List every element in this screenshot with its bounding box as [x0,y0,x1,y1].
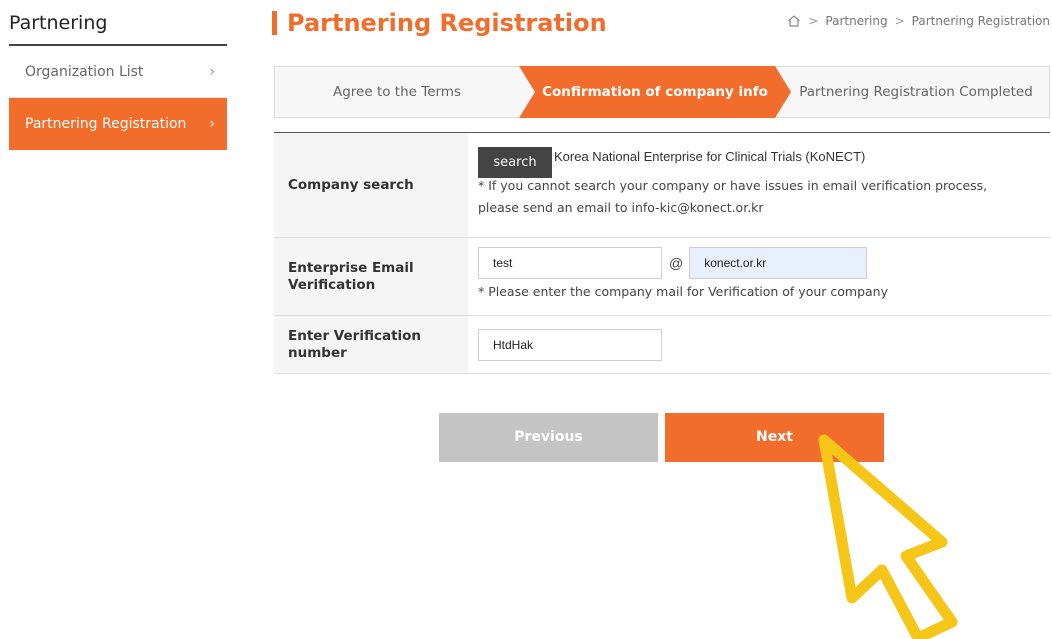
company-name-value: Korea National Enterprise for Clinical T… [554,149,866,164]
step-agree-terms: Agree to the Terms [332,84,461,100]
verification-label-line2: number [288,344,347,361]
verification-label-line1: Enter Verification [288,327,422,344]
previous-button[interactable]: Previous [439,413,658,462]
step-progress: Agree to the Terms Confirmation of compa… [274,66,1050,118]
email-label-line2: Verification [288,276,376,293]
email-label-line1: Enterprise Email [288,259,414,276]
form-row-email: Enterprise Email Verification test @ kon… [274,238,1050,316]
email-user-input[interactable]: test [478,247,662,279]
form-row-company-search: Company search search Korea National Ent… [274,133,1050,238]
pointer-arrow-icon [818,434,958,639]
step-registration-completed: Partnering Registration Completed [799,84,1033,100]
breadcrumb-item-partnering[interactable]: Partnering [825,14,887,28]
sidebar-item-label: Partnering Registration [25,116,187,132]
breadcrumb-separator: > [808,14,819,28]
at-sign: @ [669,255,684,271]
breadcrumb-separator: > [894,14,905,28]
email-domain-input[interactable]: konect.or.kr [689,247,868,279]
form-row-verification: Enter Verification number HtdHak [274,316,1050,374]
sidebar-item-organization-list[interactable]: Organization List › [9,46,227,98]
company-search-note-line1: * If you cannot search your company or h… [478,178,988,193]
email-verification-label: Enterprise Email Verification [274,238,468,315]
chevron-right-icon: › [209,64,215,80]
sidebar: Partnering Organization List › Partnerin… [9,0,227,150]
verification-label: Enter Verification number [274,316,468,373]
breadcrumb: > Partnering > Partnering Registration [787,14,1050,28]
title-accent-bar [272,11,277,35]
page-title: Partnering Registration [272,6,607,40]
sidebar-item-partnering-registration[interactable]: Partnering Registration › [9,98,227,150]
sidebar-title: Partnering [9,0,227,46]
verification-code-input[interactable]: HtdHak [478,329,662,361]
email-note: * Please enter the company mail for Veri… [478,284,888,299]
company-search-label: Company search [274,133,468,237]
search-button[interactable]: search [478,147,552,178]
company-search-note-line2: please send an email to info-kic@konect.… [478,200,764,215]
breadcrumb-item-registration[interactable]: Partnering Registration [912,14,1050,28]
registration-form: Company search search Korea National Ent… [274,132,1050,374]
sidebar-item-label: Organization List [25,64,144,80]
step-confirm-company: Confirmation of company info [542,84,768,100]
company-search-note: * If you cannot search your company or h… [478,175,1050,219]
page-title-text: Partnering Registration [287,9,607,37]
chevron-right-icon: › [209,116,215,132]
home-icon[interactable] [787,14,801,28]
